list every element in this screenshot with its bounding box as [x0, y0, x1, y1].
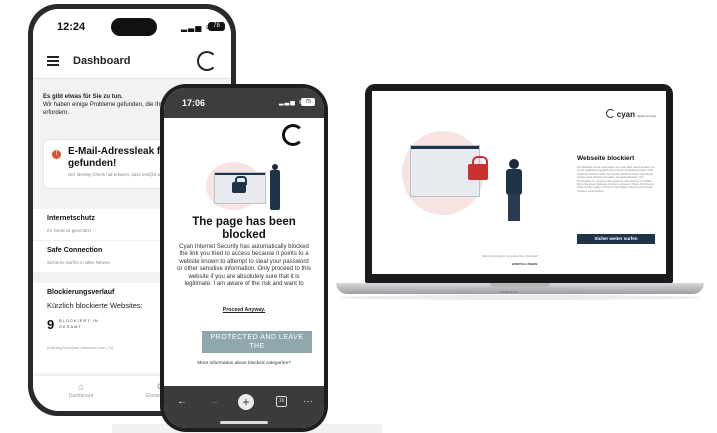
proceed-anyway-link[interactable]: Proceed Anyway. — [164, 307, 324, 313]
battery-icon: 79 — [301, 98, 315, 106]
page-title: Dashboard — [73, 55, 131, 67]
logo-subtext: digital security — [636, 114, 656, 118]
status-time: 17:06 — [182, 98, 206, 108]
blocked-title: The page has been blocked — [192, 216, 296, 241]
laptop-brand: MacBook Pro — [500, 290, 519, 294]
blocked-count-label: BLOCKIERT IN GESAMT — [59, 318, 99, 329]
warning-icon: ! — [52, 150, 61, 159]
camera-icon — [139, 18, 157, 36]
menu-icon[interactable] — [47, 56, 59, 66]
app-header: Dashboard — [33, 45, 231, 79]
blocked-count: 9 — [47, 317, 55, 332]
cyan-logo-icon — [197, 51, 217, 71]
continue-safe-button[interactable]: Sicher weiter surfen — [577, 234, 655, 244]
product-mockup-scene: 12:24 ▂▃▅ ≋ 78 Dashboard Es gibt etwas f… — [0, 0, 717, 433]
lock-icon — [468, 156, 488, 180]
security-guard-illustration — [504, 159, 524, 221]
new-tab-icon[interactable]: + — [238, 394, 254, 410]
blocked-description: Die Webseite wurde automatisch von cyan … — [577, 166, 655, 193]
home-indicator — [220, 421, 268, 424]
tabs-count-button[interactable]: 16 — [276, 396, 287, 407]
blocked-url: phishing-test.cyan-networks.com (7x) — [47, 345, 114, 350]
laptop: cyan digital security Webseite blockiert … — [365, 84, 673, 283]
battery-icon: 78 — [208, 22, 225, 31]
laptop-shadow — [340, 295, 700, 300]
laptop-screen: cyan digital security Webseite blockiert … — [372, 91, 666, 274]
forward-icon[interactable]: → — [204, 396, 224, 407]
nav-dashboard[interactable]: ⌂ Dashboard — [51, 382, 111, 399]
home-icon: ⌂ — [77, 382, 85, 393]
more-info-link[interactable]: Mehr Information zur gelöschten Website? — [482, 254, 538, 258]
logo-text: cyan — [616, 110, 635, 119]
blocked-illustration — [204, 160, 284, 212]
settings-link[interactable]: EINSTELLUNGEN — [512, 262, 537, 266]
blocked-title: Webseite blockiert — [577, 155, 635, 162]
alert-heading: Es gibt etwas für Sie zu tun. — [43, 94, 123, 100]
status-bar: 12:24 ▂▃▅ ≋ 78 — [33, 9, 231, 45]
cyan-logo-icon — [282, 124, 304, 146]
lock-icon — [232, 176, 247, 193]
status-bar: 17:06 ▂▃▅ ≋ 79 — [164, 88, 324, 118]
front-phone: 17:06 ▂▃▅ ≋ 79 The page has been blocked… — [160, 84, 328, 432]
browser-toolbar: ← → + 16 ··· — [164, 386, 324, 428]
more-menu-icon[interactable]: ··· — [298, 396, 318, 407]
status-time: 12:24 — [57, 21, 86, 33]
front-phone-screen: 17:06 ▂▃▅ ≋ 79 The page has been blocked… — [164, 88, 324, 428]
nav-label: Dashboard — [68, 393, 94, 399]
cyan-logo: cyan digital security — [606, 109, 656, 119]
back-icon[interactable]: ← — [172, 396, 192, 407]
more-info-link[interactable]: More information about blocked categorie… — [164, 361, 324, 366]
protected-leave-button[interactable]: PROTECTED AND LEAVE THE — [202, 331, 312, 353]
laptop-notch — [490, 283, 550, 287]
blocked-description: Cyan Internet Security has automatically… — [177, 244, 311, 288]
